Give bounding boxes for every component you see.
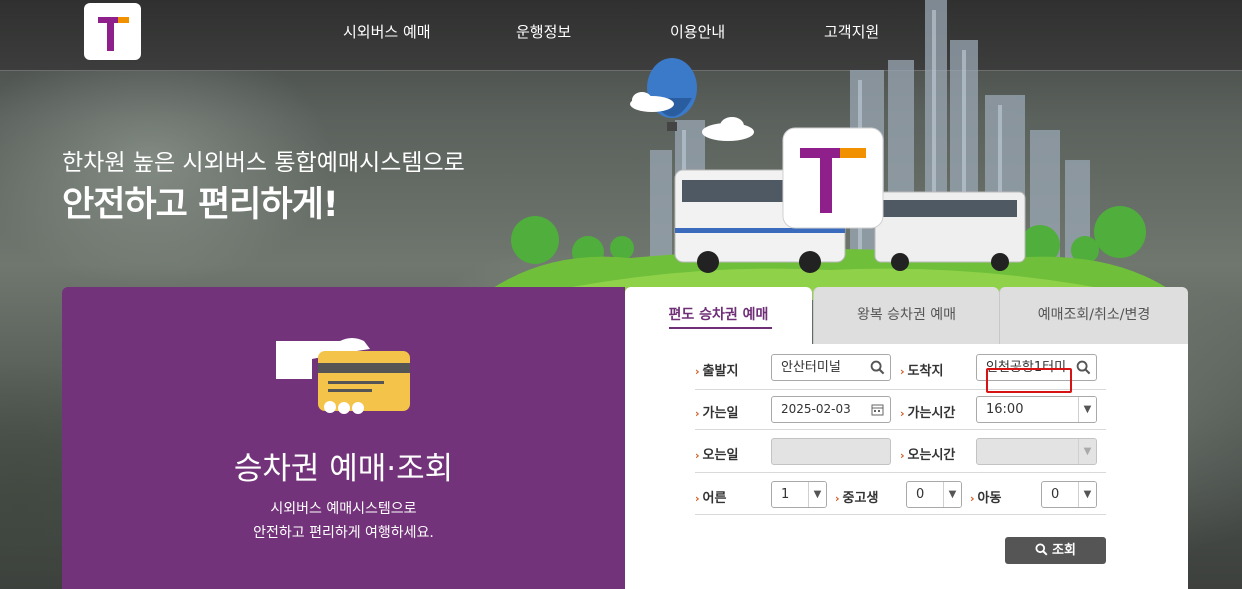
chevron-down-icon: ▼ (1078, 439, 1096, 464)
site-logo[interactable] (84, 3, 141, 60)
go-time-select[interactable]: 16:00 ▼ (976, 396, 1097, 423)
return-date-label: › 오는일 (695, 448, 739, 463)
credit-card-hand-icon (276, 338, 410, 414)
promo-desc-line1: 시외버스 예매시스템으로 (270, 501, 417, 517)
active-tab-underline (669, 327, 772, 329)
arrival-input[interactable]: 인천공항1터미 (976, 354, 1097, 381)
promo-title: 승차권 예매·조회 (233, 451, 454, 487)
hero-subtitle: 한차원 높은 시외버스 통합예매시스템으로 (62, 150, 465, 176)
booking-panel: 편도 승차권 예매 왕복 승차권 예매 예매조회/취소/변경 › 출발지 안산터미… (625, 287, 1188, 589)
child-label: › 아동 (970, 491, 1002, 506)
form-row-departure-time: › 가는일 2025-02-03 › 가는시간 16:00 ▼ (695, 394, 1106, 430)
go-time-label: › 가는시간 (900, 406, 956, 421)
promo-desc-line2: 안전하고 편리하게 여행하세요. (253, 525, 434, 541)
chevron-down-icon: ▼ (808, 482, 826, 507)
search-button-label: 조회 (1052, 543, 1076, 558)
ticket-promo-panel: 승차권 예매·조회 시외버스 예매시스템으로 안전하고 편리하게 여행하세요. (62, 287, 625, 589)
hero-title: 안전하고 편리하게! (62, 185, 339, 225)
return-time-select[interactable]: ▼ (976, 438, 1097, 465)
tab-inquiry-cancel-change[interactable]: 예매조회/취소/변경 (999, 287, 1188, 344)
chevron-down-icon: ▼ (1078, 482, 1096, 507)
tab-round-trip[interactable]: 왕복 승차권 예매 (813, 287, 999, 344)
form-row-passengers: › 어른 1 ▼ › 중고생 0 ▼ › 아동 0 ▼ (695, 477, 1106, 515)
youth-label: › 중고생 (835, 491, 879, 506)
booking-tabs: 편도 승차권 예매 왕복 승차권 예매 예매조회/취소/변경 (625, 287, 1188, 344)
city-bus-illustration (490, 0, 1170, 300)
departure-label: › 출발지 (695, 364, 739, 379)
departure-input[interactable]: 안산터미널 (771, 354, 891, 381)
search-button[interactable]: 조회 (1005, 537, 1106, 564)
chevron-down-icon: ▼ (1078, 397, 1096, 422)
nav-bus-reservation[interactable]: 시외버스 예매 (343, 21, 431, 42)
return-time-label: › 오는시간 (900, 448, 956, 463)
go-date-label: › 가는일 (695, 406, 739, 421)
form-row-return: › 오는일 › 오는시간 ▼ (695, 434, 1106, 473)
calendar-icon[interactable] (871, 403, 884, 416)
search-icon[interactable] (1076, 360, 1091, 375)
form-row-locations: › 출발지 안산터미널 › 도착지 인천공항1터미 (695, 354, 1106, 390)
youth-count-select[interactable]: 0 ▼ (906, 481, 962, 508)
chevron-down-icon: ▼ (943, 482, 961, 507)
adult-label: › 어른 (695, 491, 727, 506)
child-count-select[interactable]: 0 ▼ (1041, 481, 1097, 508)
return-date-input[interactable] (771, 438, 891, 465)
adult-count-select[interactable]: 1 ▼ (771, 481, 827, 508)
t-logo-icon (98, 17, 129, 51)
search-icon[interactable] (870, 360, 885, 375)
arrival-label: › 도착지 (900, 364, 944, 379)
search-icon (1035, 543, 1048, 556)
promo-description: 시외버스 예매시스템으로 안전하고 편리하게 여행하세요. (62, 497, 625, 545)
tab-one-way[interactable]: 편도 승차권 예매 (625, 287, 812, 344)
go-date-input[interactable]: 2025-02-03 (771, 396, 891, 423)
